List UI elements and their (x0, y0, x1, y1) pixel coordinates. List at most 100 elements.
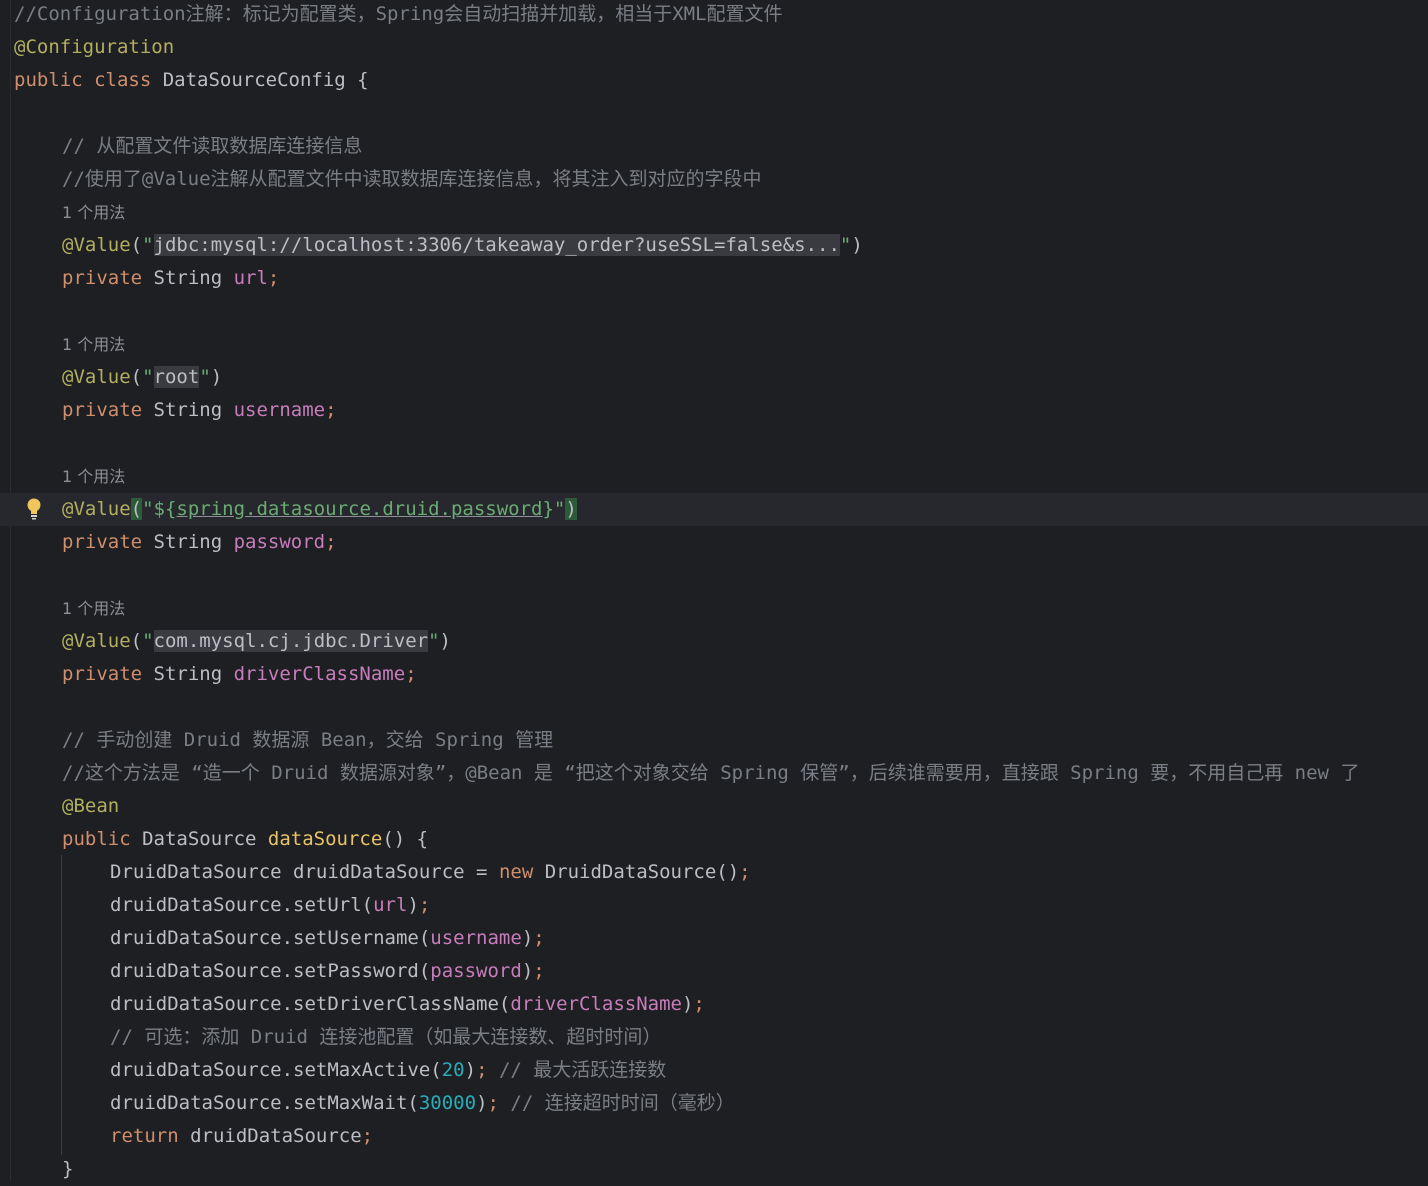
code-token: private (62, 663, 154, 685)
code-token: @Value (62, 630, 131, 652)
code-token: private (62, 531, 154, 553)
code-token: password (430, 960, 522, 982)
code-line[interactable]: private String password; (0, 526, 1428, 559)
code-token: ; (361, 1125, 374, 1147)
code-editor[interactable]: //Configuration注解：标记为配置类，Spring会自动扫描并加载，… (0, 0, 1428, 1181)
code-line[interactable]: @Configuration (0, 31, 1428, 64)
code-line[interactable]: // 手动创建 Druid 数据源 Bean，交给 Spring 管理 (0, 724, 1428, 757)
usage-hint-line[interactable]: 1 个用法 (0, 328, 1428, 361)
code-line[interactable]: druidDataSource.setDriverClassName(drive… (0, 988, 1428, 1021)
code-line[interactable]: druidDataSource.setUrl(url); (0, 889, 1428, 922)
code-text: @Bean (62, 790, 119, 823)
code-text: // 可选：添加 Druid 连接池配置（如最大连接数、超时时间） (110, 1021, 661, 1054)
code-line[interactable]: @Value("${spring.datasource.druid.passwo… (0, 493, 1428, 526)
code-line[interactable]: // 从配置文件读取数据库连接信息 (0, 130, 1428, 163)
code-line[interactable]: druidDataSource.setMaxActive(20); // 最大活… (0, 1054, 1428, 1087)
code-line[interactable]: //这个方法是 “造一个 Druid 数据源对象”，@Bean 是 “把这个对象… (0, 757, 1428, 790)
usage-hint-line[interactable]: 1 个用法 (0, 196, 1428, 229)
code-token: ( (130, 234, 143, 256)
code-token: username (430, 927, 522, 949)
code-text: druidDataSource.setMaxActive(20); // 最大活… (110, 1054, 666, 1087)
code-line[interactable]: druidDataSource.setPassword(password); (0, 955, 1428, 988)
usage-hint-line[interactable]: 1 个用法 (0, 460, 1428, 493)
code-token: druidDataSource (190, 1125, 362, 1147)
code-token: @Value (62, 366, 131, 388)
code-text: @Value("com.mysql.cj.jdbc.Driver") (62, 625, 451, 658)
usage-hint[interactable]: 1 个用法 (62, 203, 125, 222)
usage-hint[interactable]: 1 个用法 (62, 467, 125, 486)
code-text: DruidDataSource druidDataSource = new Dr… (110, 856, 751, 889)
code-token: druidDataSource.setMaxActive( (110, 1059, 442, 1081)
code-token: String (153, 663, 234, 685)
code-token: return (110, 1125, 191, 1147)
code-token: // 连接超时时间（毫秒） (510, 1092, 735, 1114)
code-token: ; (476, 1059, 499, 1081)
code-token: druidDataSource.setPassword( (110, 960, 431, 982)
code-line[interactable]: @Value("com.mysql.cj.jdbc.Driver") (0, 625, 1428, 658)
code-token: // 可选：添加 Druid 连接池配置（如最大连接数、超时时间） (110, 1026, 662, 1048)
code-text: private String password; (62, 526, 337, 559)
code-token: username (233, 399, 326, 421)
code-line[interactable]: private String username; (0, 394, 1428, 427)
code-line[interactable] (0, 295, 1428, 328)
code-token: url (373, 894, 408, 916)
code-token: ; (405, 663, 417, 685)
code-line[interactable]: private String url; (0, 262, 1428, 295)
code-text: druidDataSource.setUsername(username); (110, 922, 545, 955)
code-text: 1 个用法 (62, 460, 125, 493)
code-token: " (428, 630, 440, 652)
code-token: ) (407, 894, 419, 916)
code-line[interactable]: //Configuration注解：标记为配置类，Spring会自动扫描并加载，… (0, 0, 1428, 31)
code-token: com.mysql.cj.jdbc.Driver (153, 630, 429, 652)
code-token: ) (521, 927, 534, 949)
code-token: ; (267, 267, 280, 289)
code-line[interactable] (0, 97, 1428, 130)
code-text: //这个方法是 “造一个 Druid 数据源对象”，@Bean 是 “把这个对象… (62, 757, 1359, 790)
code-token: "${ (142, 498, 177, 520)
code-line[interactable]: @Bean (0, 790, 1428, 823)
code-token: ) (851, 234, 863, 256)
code-line[interactable]: //使用了@Value注解从配置文件中读取数据库连接信息，将其注入到对应的字段中 (0, 163, 1428, 196)
code-line[interactable]: // 可选：添加 Druid 连接池配置（如最大连接数、超时时间） (0, 1021, 1428, 1054)
usage-hint[interactable]: 1 个用法 (62, 335, 125, 354)
code-line[interactable]: @Value("root") (0, 361, 1428, 394)
code-line[interactable]: return druidDataSource; (0, 1120, 1428, 1153)
code-text: druidDataSource.setPassword(password); (110, 955, 545, 988)
code-token: }" (542, 498, 566, 520)
code-text: @Value("jdbc:mysql://localhost:3306/take… (62, 229, 863, 262)
code-token: ; (533, 927, 545, 949)
code-token: public (62, 828, 143, 850)
code-text: public class DataSourceConfig { (14, 64, 369, 97)
code-token: driverClassName (510, 993, 682, 1015)
code-token: ; (533, 960, 545, 982)
usage-hint[interactable]: 1 个用法 (62, 599, 125, 618)
code-line[interactable]: @Value("jdbc:mysql://localhost:3306/take… (0, 229, 1428, 262)
code-line[interactable]: } (0, 1153, 1428, 1186)
code-token: // 手动创建 Druid 数据源 Bean，交给 Spring 管理 (62, 729, 554, 751)
code-text: druidDataSource.setMaxWait(30000); // 连接… (110, 1087, 735, 1120)
code-line[interactable]: public DataSource dataSource() { (0, 823, 1428, 856)
code-token: @Configuration (14, 36, 175, 58)
usage-hint-line[interactable]: 1 个用法 (0, 592, 1428, 625)
code-token: ) (565, 498, 577, 520)
code-token: ( (130, 630, 143, 652)
code-line[interactable] (0, 691, 1428, 724)
code-line[interactable]: druidDataSource.setUsername(username); (0, 922, 1428, 955)
code-token: ; (325, 399, 337, 421)
code-line[interactable] (0, 559, 1428, 592)
lightbulb-icon[interactable] (26, 497, 42, 521)
code-line[interactable]: public class DataSourceConfig { (0, 64, 1428, 97)
code-line[interactable] (0, 427, 1428, 460)
code-line[interactable]: private String driverClassName; (0, 658, 1428, 691)
code-token: ) (464, 1059, 477, 1081)
code-token: druidDataSource.setMaxWait( (110, 1092, 419, 1114)
code-text: druidDataSource.setDriverClassName(drive… (110, 988, 705, 1021)
code-line[interactable]: DruidDataSource druidDataSource = new Dr… (0, 856, 1428, 889)
code-token: jdbc:mysql://localhost:3306/takeaway_ord… (153, 234, 840, 256)
code-line[interactable]: druidDataSource.setMaxWait(30000); // 连接… (0, 1087, 1428, 1120)
code-text: private String url; (62, 262, 279, 295)
code-text: //使用了@Value注解从配置文件中读取数据库连接信息，将其注入到对应的字段中 (62, 163, 762, 196)
code-text: @Configuration (14, 31, 174, 64)
code-token: public class (14, 69, 163, 91)
code-token: String (153, 267, 234, 289)
